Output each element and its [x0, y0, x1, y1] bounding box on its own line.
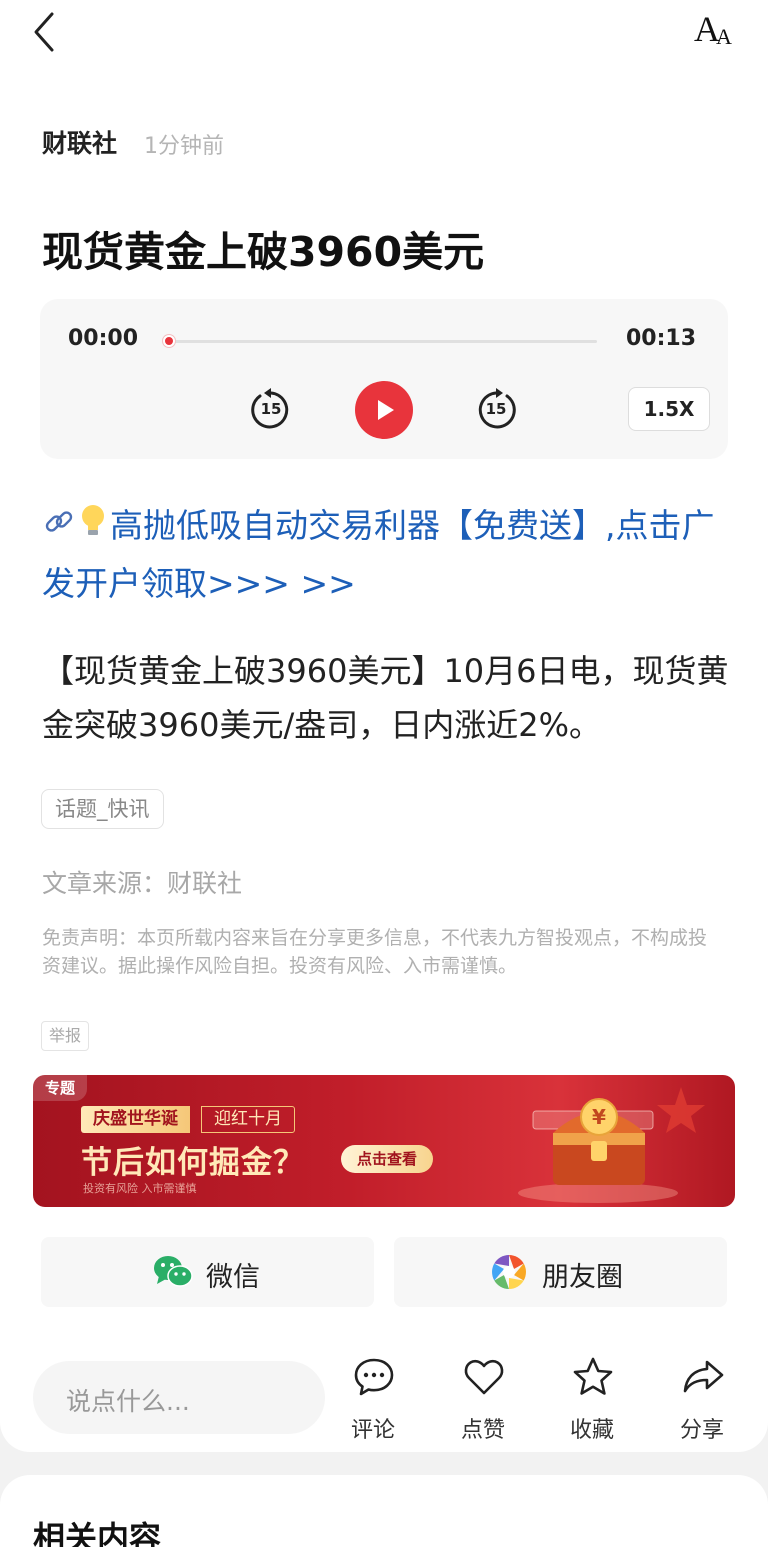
play-icon: [378, 400, 394, 420]
font-size-button[interactable]: A A: [692, 8, 740, 52]
disclaimer: 免责声明：本页所载内容来旨在分享更多信息，不代表九方智投观点，不构成投资建议。据…: [42, 927, 708, 977]
speed-button[interactable]: 1.5X: [628, 387, 710, 431]
related-section: 相关内容: [0, 1475, 768, 1547]
progress-track[interactable]: [163, 340, 597, 343]
banner-headline: 节后如何掘金？: [81, 1145, 305, 1181]
banner-pill-1: 庆盛世华诞: [81, 1106, 190, 1133]
progress-thumb[interactable]: [163, 335, 175, 347]
article-card: A A 财联社 1分钟前 现货黄金上破3960美元 00:00 00:13 15…: [0, 0, 768, 1452]
share-wechat-button[interactable]: 微信: [41, 1237, 374, 1307]
share-button[interactable]: 分享: [662, 1356, 742, 1446]
favorite-button[interactable]: 收藏: [552, 1356, 632, 1446]
comment-button[interactable]: 评论: [333, 1356, 413, 1446]
play-button[interactable]: [355, 381, 413, 439]
comment-placeholder: 说点什么...: [66, 1387, 190, 1416]
topic-tag[interactable]: 话题_快讯: [41, 789, 164, 829]
treasure-chest-icon: ¥: [518, 1087, 705, 1203]
article-source-line: 文章来源：财联社: [42, 869, 243, 898]
like-label: 点赞: [460, 1418, 505, 1443]
article-body: 【现货黄金上破3960美元】10月6日电，现货黄金突破3960美元/盎司，日内涨…: [42, 652, 729, 744]
promo-banner[interactable]: 专题 庆盛世华诞 迎红十月 节后如何掘金？ 点击查看 投资有风险 入市需谨慎 ¥: [33, 1075, 735, 1207]
share-wechat-label: 微信: [206, 1262, 260, 1293]
article-source[interactable]: 财联社: [42, 124, 117, 160]
current-time: 00:00: [68, 326, 139, 351]
article-time: 1分钟前: [144, 134, 224, 159]
rewind-15-button[interactable]: 15: [248, 387, 294, 433]
link-icon: [42, 500, 76, 556]
share-moments-label: 朋友圈: [542, 1262, 623, 1293]
like-button[interactable]: 点赞: [443, 1356, 523, 1446]
report-button[interactable]: 举报: [41, 1021, 90, 1051]
chevron-left-icon: [34, 12, 54, 52]
promo-text: 高抛低吸自动交易利器【免费送】,点击广发开户领取>>> >>: [42, 506, 715, 603]
share-arrow-icon: [683, 1360, 724, 1393]
banner-cta: 点击查看: [341, 1145, 434, 1173]
share-moments-button[interactable]: 朋友圈: [394, 1237, 727, 1307]
font-size-icon-small: A: [716, 24, 732, 49]
total-time: 00:13: [626, 326, 697, 351]
star-icon: [573, 1357, 613, 1395]
comment-label: 评论: [350, 1418, 395, 1443]
comment-icon: [354, 1358, 394, 1396]
lightbulb-icon: [76, 500, 110, 556]
back-button[interactable]: [30, 10, 70, 54]
forward-seconds: 15: [485, 400, 507, 418]
svg-text:¥: ¥: [592, 1105, 606, 1129]
banner-pill-2: 迎红十月: [201, 1106, 295, 1133]
article-title: 现货黄金上破3960美元: [42, 228, 485, 276]
moments-icon: [492, 1255, 526, 1289]
related-title: 相关内容: [33, 1519, 162, 1547]
forward-15-button[interactable]: 15: [473, 387, 519, 433]
comment-input[interactable]: 说点什么...: [33, 1361, 325, 1434]
wechat-icon: [154, 1256, 193, 1287]
banner-corner-label: 专题: [33, 1075, 88, 1101]
share-label: 分享: [679, 1418, 724, 1443]
banner-risk: 投资有风险 入市需谨慎: [83, 1182, 197, 1195]
favorite-label: 收藏: [569, 1418, 614, 1443]
heart-icon: [464, 1359, 504, 1395]
rewind-seconds: 15: [260, 400, 282, 418]
promo-link[interactable]: 高抛低吸自动交易利器【免费送】,点击广发开户领取>>> >>: [42, 498, 732, 612]
